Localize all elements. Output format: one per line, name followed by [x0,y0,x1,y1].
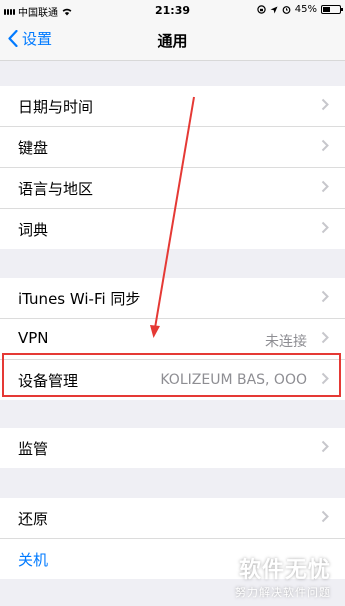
watermark-subtitle: 努力解决软件问题 [235,586,331,599]
watermark: 软件无忧 努力解决软件问题 [235,552,331,600]
watermark-title: 软件无忧 [238,558,331,583]
annotation-arrow-icon [150,96,195,338]
